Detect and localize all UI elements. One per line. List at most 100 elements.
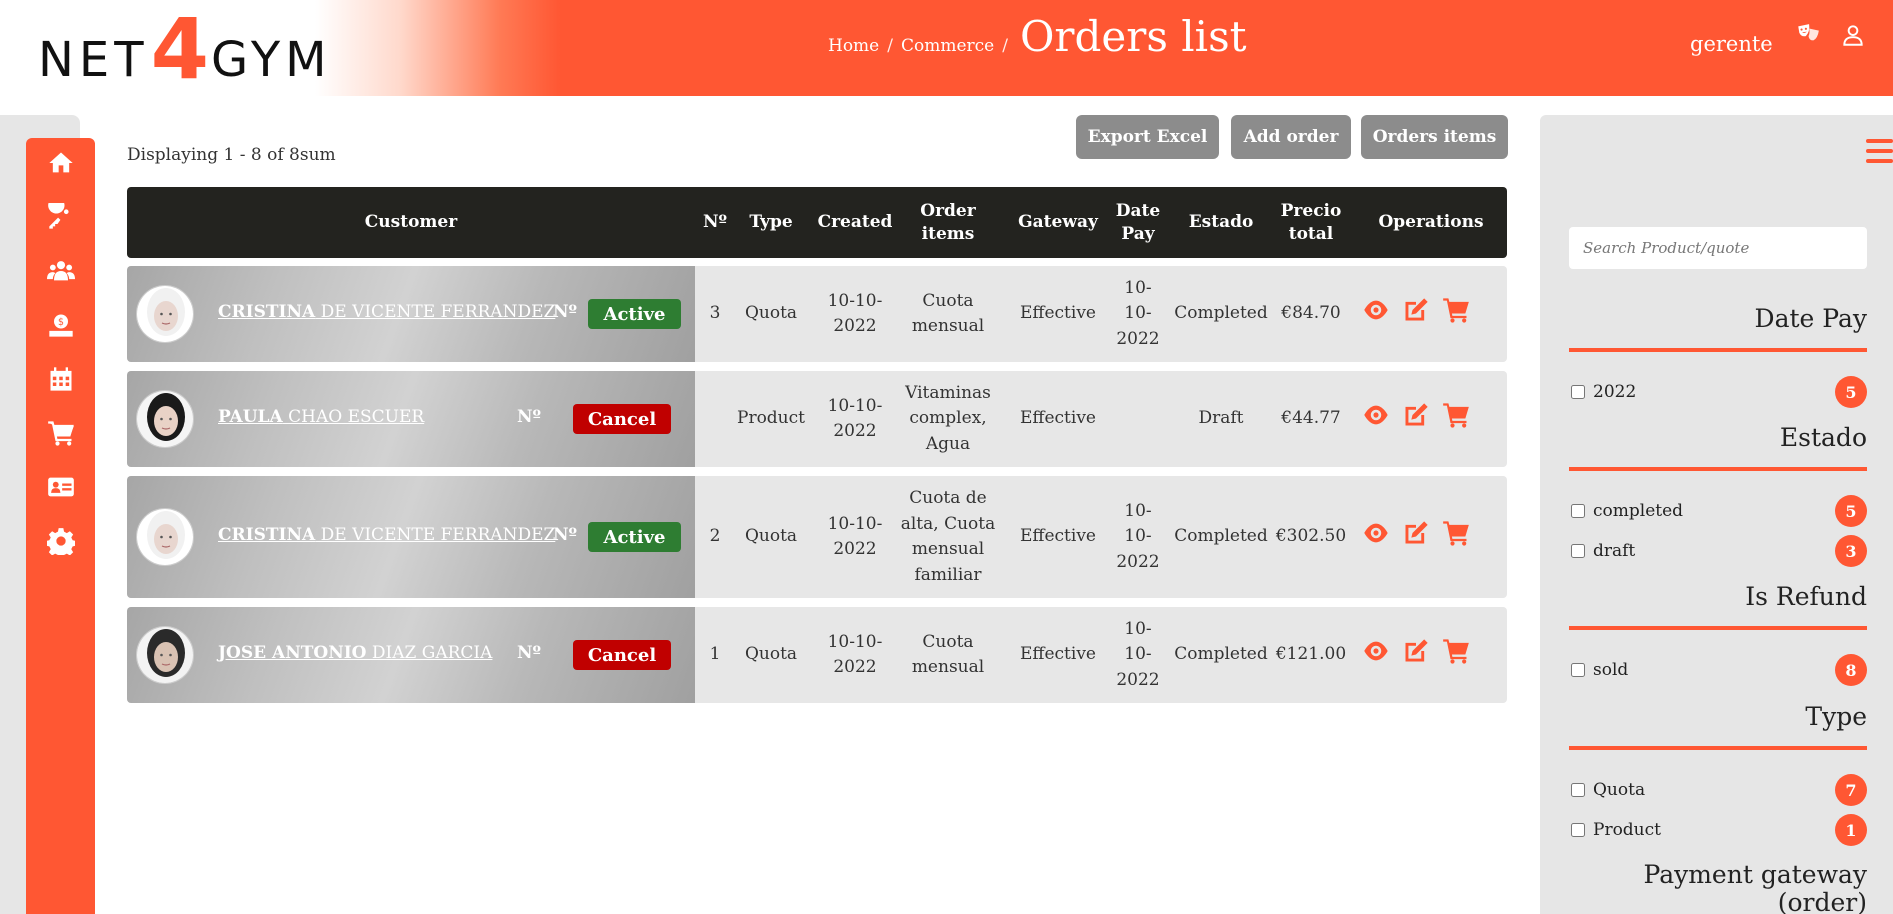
users-icon[interactable] — [26, 251, 95, 291]
export-excel-button[interactable]: Export Excel — [1076, 115, 1219, 159]
operations-cell — [1361, 371, 1471, 467]
filter-count-badge: 8 — [1835, 654, 1867, 686]
breadcrumb-separator: / — [887, 36, 893, 56]
filter-section-title: Payment gateway (order) — [1643, 860, 1868, 914]
gateway-cell: Effective — [1019, 408, 1096, 429]
filter-option[interactable]: Product 1 — [1569, 814, 1867, 846]
filter-checkbox[interactable] — [1571, 783, 1585, 797]
customer-cell: PAULA CHAO ESCUER Nº Cancel — [127, 371, 695, 467]
edit-icon[interactable] — [1402, 637, 1430, 674]
order-items-cell: Vitaminas complex, Agua — [905, 382, 991, 454]
eye-icon[interactable] — [1362, 401, 1390, 438]
avatar — [136, 390, 194, 448]
filter-checkbox[interactable] — [1571, 385, 1585, 399]
breadcrumb-home[interactable]: Home — [828, 36, 879, 56]
customer-name-link[interactable]: PAULA CHAO ESCUER — [218, 407, 424, 427]
filter-option-label: completed — [1593, 501, 1684, 521]
key-icon[interactable] — [26, 197, 95, 237]
customer-name-link[interactable]: CRISTINA DE VICENTE FERRANDEZ — [218, 525, 555, 545]
filter-checkbox[interactable] — [1571, 504, 1585, 518]
table-row: JOSE ANTONIO DIAZ GARCIA Nº Cancel 1 Quota 10… — [127, 607, 1507, 703]
number-label: Nº — [517, 407, 542, 427]
date-pay-cell: 10-10-2022 — [1116, 618, 1160, 690]
customer-last-name: CHAO ESCUER — [282, 407, 425, 427]
home-icon[interactable] — [26, 143, 95, 183]
breadcrumb-commerce[interactable]: Commerce — [901, 36, 994, 56]
table-row: PAULA CHAO ESCUER Nº Cancel Product 10-10-20… — [127, 371, 1507, 467]
customer-first-name: PAULA — [218, 407, 283, 427]
orders-items-button[interactable]: Orders items — [1361, 115, 1508, 159]
filter-count-badge: 5 — [1835, 495, 1867, 527]
money-icon[interactable]: $ — [26, 305, 95, 345]
filter-option-label: sold — [1593, 660, 1629, 680]
filter-checkbox[interactable] — [1571, 823, 1585, 837]
customer-cell: CRISTINA DE VICENTE FERRANDEZ Nº Active — [127, 266, 695, 362]
theater-masks-icon[interactable] — [1795, 22, 1821, 48]
table-row: CRISTINA DE VICENTE FERRANDEZ Nº Active 3 Qu… — [127, 266, 1507, 362]
filter-count-badge: 7 — [1835, 774, 1867, 806]
logo-text-four: 4 — [150, 0, 210, 99]
edit-icon[interactable] — [1402, 401, 1430, 438]
eye-icon[interactable] — [1362, 296, 1390, 333]
order-items-cell: Cuota de alta, Cuota mensual familiar — [900, 488, 996, 585]
top-header: NET 4 GYM Home / Commerce / Orders list … — [0, 0, 1893, 96]
type-cell: Quota — [744, 644, 798, 665]
id-card-icon[interactable] — [26, 467, 95, 507]
eye-icon[interactable] — [1362, 637, 1390, 674]
header-type[interactable]: Type — [735, 187, 807, 258]
user-icon[interactable] — [1840, 22, 1866, 48]
cart-icon[interactable] — [26, 413, 95, 453]
created-cell: 10-10-2022 — [827, 290, 883, 337]
status-badge: Active — [588, 522, 681, 552]
calendar-icon[interactable] — [26, 359, 95, 399]
filter-option[interactable]: 2022 5 — [1569, 376, 1867, 408]
header-operations: Operations — [1378, 212, 1484, 233]
search-input[interactable] — [1569, 227, 1867, 269]
filter-option[interactable]: draft 3 — [1569, 535, 1867, 567]
cart-icon[interactable] — [1442, 401, 1470, 438]
filter-section-title: Type — [1805, 702, 1867, 731]
menu-icon[interactable] — [1866, 139, 1893, 163]
header-total[interactable]: Precio total — [1271, 187, 1351, 258]
eye-icon[interactable] — [1362, 519, 1390, 556]
user-name[interactable]: gerente — [1690, 32, 1773, 56]
header-gateway[interactable]: Gateway — [1013, 187, 1103, 258]
filter-checkbox[interactable] — [1571, 544, 1585, 558]
total-cell: €84.70 — [1281, 303, 1341, 324]
filter-option[interactable]: Quota 7 — [1569, 774, 1867, 806]
filter-count-badge: 5 — [1835, 376, 1867, 408]
order-number-cell — [695, 371, 735, 467]
customer-last-name: DIAZ GARCIA — [366, 643, 493, 663]
created-cell: 10-10-2022 — [827, 395, 883, 442]
cart-icon[interactable] — [1442, 296, 1470, 333]
customer-last-name: DE VICENTE FERRANDEZ — [315, 302, 556, 322]
filter-option[interactable]: sold 8 — [1569, 654, 1867, 686]
gateway-cell: Effective — [1019, 644, 1096, 665]
filter-section-title: Is Refund — [1745, 582, 1867, 611]
cart-icon[interactable] — [1442, 637, 1470, 674]
header-order-items[interactable]: Order items — [903, 187, 993, 258]
edit-icon[interactable] — [1402, 519, 1430, 556]
brand-logo[interactable]: NET 4 GYM — [38, 0, 332, 99]
gear-icon[interactable] — [26, 521, 95, 561]
header-number[interactable]: Nº — [695, 187, 735, 258]
header-created[interactable]: Created — [807, 187, 903, 258]
results-count: Displaying 1 - 8 of 8sum — [127, 145, 336, 165]
header-date-pay[interactable]: Date Pay — [1113, 187, 1163, 258]
customer-name-link[interactable]: JOSE ANTONIO DIAZ GARCIA — [218, 643, 492, 663]
customer-name-link[interactable]: CRISTINA DE VICENTE FERRANDEZ — [218, 302, 555, 322]
filter-section-divider — [1569, 746, 1867, 750]
add-order-button[interactable]: Add order — [1231, 115, 1351, 159]
type-cell: Quota — [744, 526, 798, 547]
total-cell: €121.00 — [1275, 644, 1347, 665]
cart-icon[interactable] — [1442, 519, 1470, 556]
status-badge: Cancel — [573, 640, 671, 670]
header-customer[interactable]: Customer — [127, 187, 695, 258]
order-number-cell: 3 — [709, 303, 721, 324]
filter-count-badge: 3 — [1835, 535, 1867, 567]
filter-checkbox[interactable] — [1571, 663, 1585, 677]
filter-option[interactable]: completed 5 — [1569, 495, 1867, 527]
header-estado[interactable]: Estado — [1171, 187, 1271, 258]
edit-icon[interactable] — [1402, 296, 1430, 333]
total-cell: €302.50 — [1275, 526, 1347, 547]
